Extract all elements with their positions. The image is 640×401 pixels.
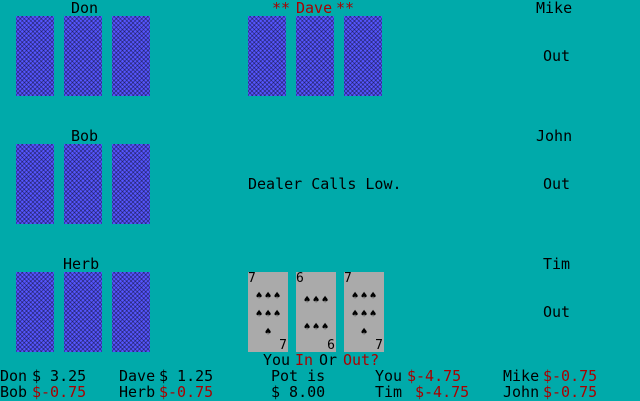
prompt-in-option[interactable]: In <box>295 352 313 368</box>
card-back-bob-3 <box>112 144 150 224</box>
player-name-bob: Bob <box>71 127 99 145</box>
score-label-dave: Dave <box>119 367 156 385</box>
card-back-dave-3 <box>344 16 382 96</box>
player-name-dave: Dave <box>296 0 333 17</box>
player-name-herb: Herb <box>63 255 100 273</box>
prompt-or: Or <box>319 351 338 369</box>
card-back-dave-2 <box>296 16 334 96</box>
player-card-3[interactable]: 7 ♠ ♠ ♠ ♠ ♠ ♠ ♠ 7 <box>344 272 384 352</box>
player-name-tim: Tim <box>543 255 571 273</box>
card-back-don-1 <box>16 16 54 96</box>
score-value-you: $-4.75 <box>407 367 462 385</box>
card-rank: 7 <box>248 271 256 286</box>
score-label-herb: Herb <box>119 383 156 401</box>
card-back-bob-2 <box>64 144 102 224</box>
pot-value: $ 8.00 <box>271 383 326 401</box>
player-card-2[interactable]: 6 ♠ ♠ ♠ ♠ ♠ ♠ 6 <box>296 272 336 352</box>
player-name-john: John <box>536 127 573 145</box>
status-mike: Out <box>543 47 571 65</box>
dealer-message: Dealer Calls Low. <box>248 175 402 193</box>
player-name-don: Don <box>71 0 99 17</box>
spade-pips: ♠ ♠ ♠ ♠ ♠ ♠ <box>303 293 329 333</box>
dealer-marker-left: ** <box>272 0 291 17</box>
score-value-herb: $-0.75 <box>159 383 214 401</box>
score-label-john: John <box>503 383 540 401</box>
score-label-mike: Mike <box>503 367 540 385</box>
player-card-1[interactable]: 7 ♠ ♠ ♠ ♠ ♠ ♠ ♠ 7 <box>248 272 288 352</box>
player-name-mike: Mike <box>536 0 573 17</box>
score-label-don: Don <box>0 367 28 385</box>
score-value-bob: $-0.75 <box>32 383 87 401</box>
dealer-marker-right: ** <box>336 0 355 17</box>
prompt-you: You <box>263 351 291 369</box>
spade-pips: ♠ ♠ ♠ ♠ ♠ ♠ ♠ <box>351 288 377 338</box>
card-rank: 7 <box>344 271 352 286</box>
score-value-tim: $-4.75 <box>415 383 470 401</box>
status-tim: Out <box>543 303 571 321</box>
prompt-out-option[interactable]: Out? <box>343 352 379 368</box>
score-label-you: You <box>375 367 403 385</box>
card-back-don-2 <box>64 16 102 96</box>
score-value-don: $ 3.25 <box>32 367 87 385</box>
card-back-don-3 <box>112 16 150 96</box>
spade-pips: ♠ ♠ ♠ ♠ ♠ ♠ ♠ <box>255 288 281 338</box>
score-value-dave: $ 1.25 <box>159 367 214 385</box>
card-back-herb-1 <box>16 272 54 352</box>
score-label-bob: Bob <box>0 383 28 401</box>
card-back-dave-1 <box>248 16 286 96</box>
card-rank: 6 <box>296 271 304 286</box>
card-back-herb-3 <box>112 272 150 352</box>
card-back-bob-1 <box>16 144 54 224</box>
status-john: Out <box>543 175 571 193</box>
pot-label: Pot is <box>271 367 326 385</box>
score-label-tim: Tim <box>375 383 403 401</box>
score-value-mike: $-0.75 <box>543 367 598 385</box>
score-value-john: $-0.75 <box>543 383 598 401</box>
card-back-herb-2 <box>64 272 102 352</box>
